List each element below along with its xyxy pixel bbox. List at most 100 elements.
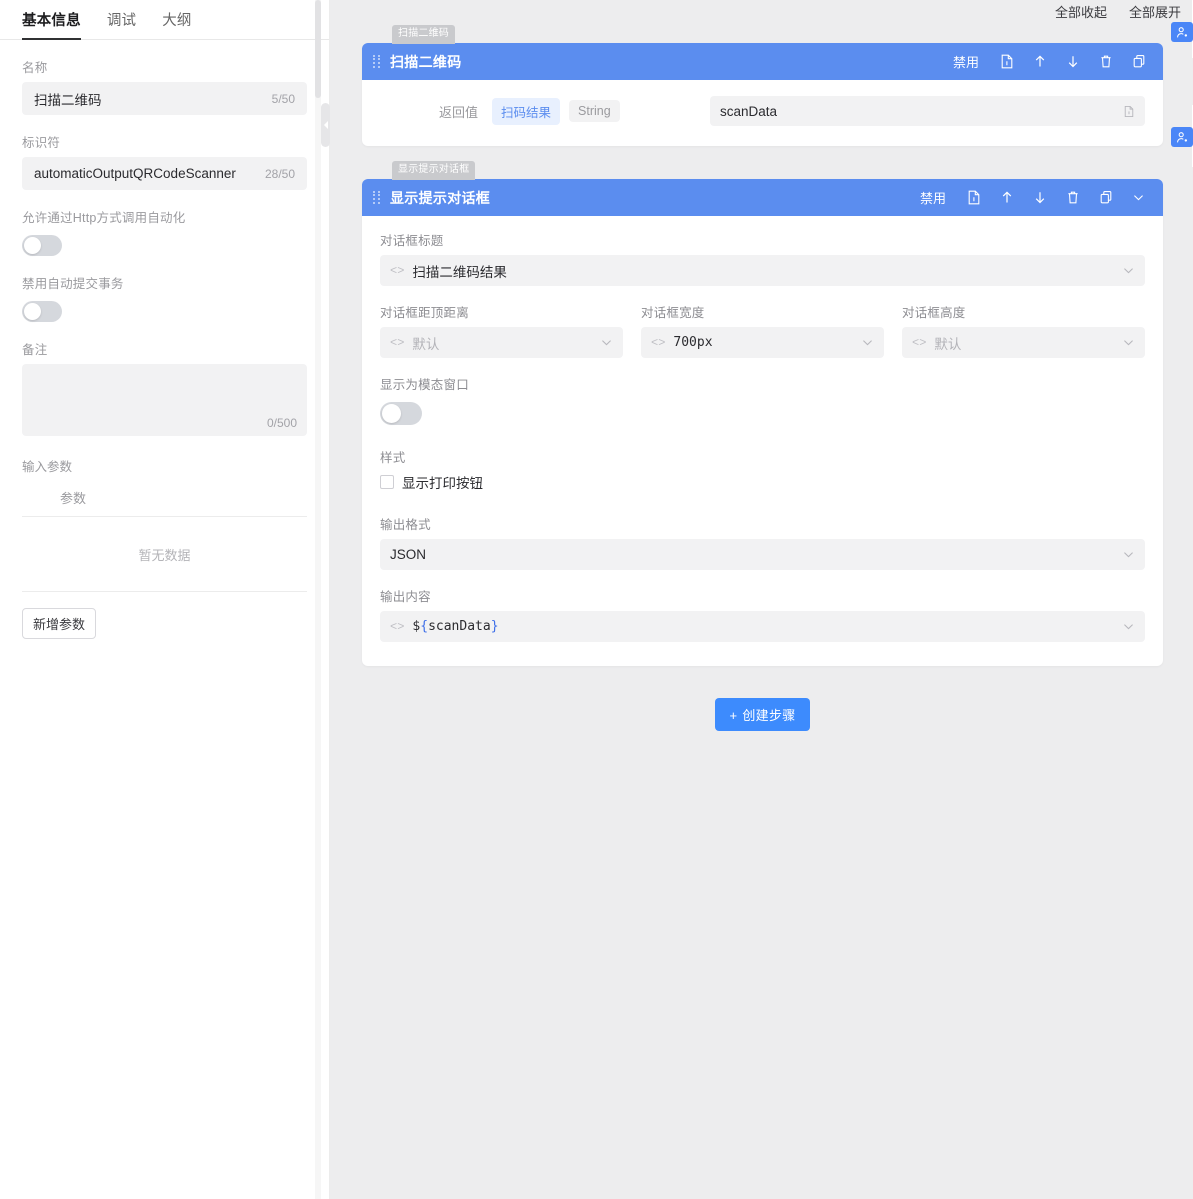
app-root: 基本信息 调试 大纲 名称 扫描二维码 5/50 标识符 automaticOu… [0, 0, 1193, 1199]
expand-all-link[interactable]: 全部展开 [1129, 2, 1181, 21]
add-param-button[interactable]: 新增参数 [22, 608, 96, 639]
step-body: 对话框标题 <> 扫描二维码结果 对话框距顶距离 [362, 216, 1163, 666]
step-tag: 扫描二维码 [392, 25, 455, 44]
print-button-label: 显示打印按钮 [402, 472, 483, 492]
dialog-height-group: 对话框高度 <> 默认 [902, 302, 1145, 358]
params-table: 参数 暂无数据 [22, 481, 307, 592]
identifier-counter: 28/50 [265, 167, 295, 181]
http-toggle-knob [24, 237, 41, 254]
step-title: 显示提示对话框 [390, 188, 909, 208]
disable-step-button[interactable]: 禁用 [942, 52, 990, 71]
remark-textarea[interactable]: 0/500 [22, 364, 307, 436]
sidebar: 基本信息 调试 大纲 名称 扫描二维码 5/50 标识符 automaticOu… [0, 0, 330, 1199]
step-tag: 显示提示对话框 [392, 161, 475, 180]
print-button-checkbox[interactable] [380, 475, 394, 489]
dialog-dimensions-row: 对话框距顶距离 <> 默认 对话框宽度 [380, 302, 1145, 358]
chevron-down-icon[interactable] [1122, 336, 1135, 349]
identifier-label: 标识符 [22, 132, 307, 151]
move-down-icon[interactable] [1056, 45, 1089, 79]
move-down-icon[interactable] [1023, 181, 1056, 215]
sidebar-scrollbar-thumb[interactable] [315, 0, 321, 98]
tab-debug[interactable]: 调试 [107, 9, 136, 39]
code-icon: <> [390, 336, 404, 350]
return-value-label: 返回值 [380, 102, 492, 121]
steps-canvas: 扫描二维码 扫描二维码 禁用 [330, 22, 1193, 731]
variable-close-brace: } [491, 619, 499, 634]
sidebar-tabs: 基本信息 调试 大纲 [0, 0, 329, 40]
chevron-down-icon[interactable] [1122, 548, 1135, 561]
code-icon: <> [390, 620, 404, 634]
chevron-left-icon [324, 121, 328, 129]
modal-window-toggle[interactable] [380, 402, 422, 425]
tab-basic-info[interactable]: 基本信息 [22, 9, 81, 39]
output-content-label: 输出内容 [380, 586, 1145, 605]
dialog-height-select[interactable]: <> 默认 [902, 327, 1145, 358]
dialog-width-select[interactable]: <> 700px [641, 327, 884, 358]
assignee-badge-step-2[interactable] [1171, 127, 1193, 147]
step-card: 扫描二维码 禁用 [362, 43, 1163, 146]
params-empty-state: 暂无数据 [22, 517, 307, 592]
step-header: 显示提示对话框 禁用 [362, 179, 1163, 216]
auto-submit-toggle[interactable] [22, 301, 62, 322]
drag-handle-icon[interactable] [373, 55, 381, 69]
plus-icon: + [729, 708, 737, 723]
remark-counter: 0/500 [267, 416, 297, 430]
step-header-actions: 禁用 [909, 181, 1155, 215]
top-distance-label: 对话框距顶距离 [380, 302, 623, 321]
document-icon[interactable] [1123, 105, 1135, 118]
name-input[interactable]: 扫描二维码 5/50 [22, 82, 307, 115]
code-icon: <> [912, 336, 926, 350]
http-toggle-label: 允许通过Http方式调用自动化 [22, 207, 307, 226]
chevron-down-icon[interactable] [600, 336, 613, 349]
dialog-height-value: 默认 [934, 333, 1122, 353]
sidebar-collapse-handle[interactable] [321, 103, 330, 147]
copy-icon[interactable] [1089, 181, 1122, 215]
dialog-width-value: 700px [673, 335, 861, 350]
chevron-down-icon[interactable] [1122, 620, 1135, 633]
move-up-icon[interactable] [990, 181, 1023, 215]
step-card-scan-qr: 扫描二维码 扫描二维码 禁用 [362, 22, 1163, 146]
return-value-row: 返回值 扫码结果 String scanData [380, 90, 1145, 134]
modal-window-label: 显示为模态窗口 [380, 374, 1145, 393]
drag-handle-icon[interactable] [373, 191, 381, 205]
assignee-badge-step-1[interactable] [1171, 22, 1193, 42]
sidebar-scrollbar[interactable] [315, 0, 321, 1199]
return-value-input-value: scanData [720, 104, 1123, 119]
output-content-value: ${scanData} [412, 619, 1122, 634]
collapse-all-link[interactable]: 全部收起 [1055, 2, 1107, 21]
chevron-down-icon[interactable] [1122, 181, 1155, 215]
top-distance-select[interactable]: <> 默认 [380, 327, 623, 358]
tab-outline[interactable]: 大纲 [162, 9, 191, 39]
delete-icon[interactable] [1089, 45, 1122, 79]
note-icon[interactable] [957, 181, 990, 215]
code-icon: <> [390, 264, 404, 278]
params-column-header: 参数 [22, 481, 307, 517]
remark-label: 备注 [22, 339, 307, 358]
top-distance-group: 对话框距顶距离 <> 默认 [380, 302, 623, 358]
step-header-actions: 禁用 [942, 45, 1155, 79]
return-value-input[interactable]: scanData [710, 96, 1145, 126]
output-content-select[interactable]: <> ${scanData} [380, 611, 1145, 642]
output-content-group: 输出内容 <> ${scanData} [380, 586, 1145, 642]
chevron-down-icon[interactable] [861, 336, 874, 349]
move-up-icon[interactable] [1023, 45, 1056, 79]
dialog-title-label: 对话框标题 [380, 230, 1145, 249]
name-counter: 5/50 [272, 92, 295, 106]
print-button-checkbox-row[interactable]: 显示打印按钮 [380, 472, 1145, 492]
modal-window-toggle-knob [382, 404, 401, 423]
identifier-input[interactable]: automaticOutputQRCodeScanner 28/50 [22, 157, 307, 190]
http-toggle[interactable] [22, 235, 62, 256]
dialog-width-label: 对话框宽度 [641, 302, 884, 321]
delete-icon[interactable] [1056, 181, 1089, 215]
dialog-title-select[interactable]: <> 扫描二维码结果 [380, 255, 1145, 286]
return-value-name-chip[interactable]: 扫码结果 [492, 98, 560, 125]
create-step-button[interactable]: +创建步骤 [715, 698, 809, 731]
output-format-select[interactable]: JSON [380, 539, 1145, 570]
copy-icon[interactable] [1122, 45, 1155, 79]
disable-step-button[interactable]: 禁用 [909, 188, 957, 207]
note-icon[interactable] [990, 45, 1023, 79]
step-header: 扫描二维码 禁用 [362, 43, 1163, 80]
chevron-down-icon[interactable] [1122, 264, 1135, 277]
modal-window-group: 显示为模态窗口 [380, 374, 1145, 425]
step-title: 扫描二维码 [390, 52, 942, 72]
